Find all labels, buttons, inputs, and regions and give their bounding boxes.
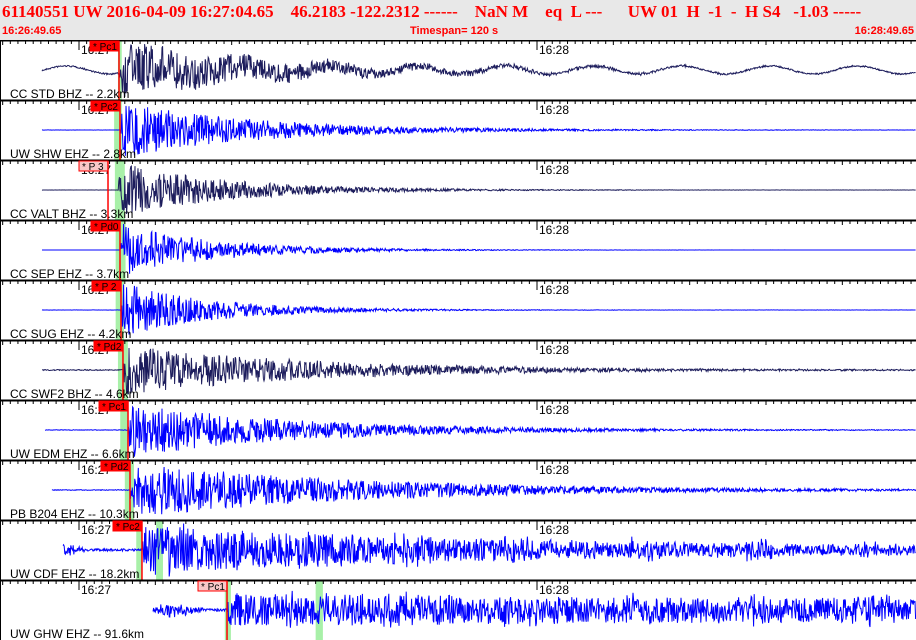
minute-label: 16:28: [539, 283, 569, 297]
minute-label: 16:28: [539, 163, 569, 177]
minute-label: 16:28: [539, 43, 569, 57]
channel-label: UW EDM EHZ -- 6.6km: [10, 447, 135, 461]
channel-label: CC SEP EHZ -- 3.7km: [10, 267, 129, 281]
channel-row[interactable]: 16:2716:28* Pd2CC SWF2 BHZ -- 4.6km: [0, 339, 916, 401]
pick-label[interactable]: * P 2: [95, 282, 117, 293]
channel-label: CC SUG EHZ -- 4.2km: [10, 327, 131, 341]
waveform-panel[interactable]: 16:2716:28* Pc1CC STD BHZ -- 2.2km16:271…: [0, 40, 916, 640]
minute-label: 16:28: [539, 343, 569, 357]
minute-label: 16:28: [539, 583, 569, 597]
minute-label: 16:28: [539, 223, 569, 237]
channel-label: CC VALT BHZ -- 3.3km: [10, 207, 133, 221]
pick-label[interactable]: * Pd2: [104, 462, 129, 473]
channel-row[interactable]: 16:27 16:28 * Pc1 UW GHW EHZ -- 91.6km: [0, 579, 916, 640]
channel-row[interactable]: 16:27 16:28 * Pc2 UW CDF EHZ -- 18.2km: [0, 519, 916, 581]
channel-label: UW GHW EHZ -- 91.6km: [10, 627, 144, 640]
minute-label: 16:27: [81, 583, 111, 597]
pick-label[interactable]: * Pd0: [94, 222, 119, 233]
minute-label: 16:28: [539, 523, 569, 537]
pick-label[interactable]: * Pc2: [116, 522, 140, 533]
pick-label[interactable]: * Pc2: [94, 102, 118, 113]
channel-row[interactable]: 16:2716:28* P 2CC SUG EHZ -- 4.2km: [0, 279, 916, 341]
channel-label: PB B204 EHZ -- 10.3km: [10, 507, 139, 521]
channel-row[interactable]: 16:27 16:28* Pd2PB B204 EHZ -- 10.3km: [0, 459, 916, 521]
minute-label: 16:27: [81, 523, 111, 537]
minute-label: 16:28: [539, 403, 569, 417]
channel-row[interactable]: 16:2716:28* Pd0CC SEP EHZ -- 3.7km: [0, 219, 916, 281]
pick-label[interactable]: * Pd2: [97, 342, 122, 353]
channel-row[interactable]: 16:2716:28* Pc2UW SHW EHZ -- 2.8km: [0, 99, 916, 161]
end-time: 16:28:49.65: [854, 25, 914, 37]
timespan-label: Timespan= 120 s: [410, 25, 499, 37]
channel-label: UW CDF EHZ -- 18.2km: [10, 567, 139, 581]
channel-label: CC SWF2 BHZ -- 4.6km: [10, 387, 139, 401]
start-time: 16:26:49.65: [2, 25, 62, 37]
event-header: 61140551 UW 2016-04-09 16:27:04.65 46.21…: [0, 0, 916, 40]
event-summary: 61140551 UW 2016-04-09 16:27:04.65 46.21…: [2, 2, 862, 21]
channel-label: UW SHW EHZ -- 2.8km: [10, 147, 136, 161]
channel-row[interactable]: 16:2716:28* P 3CC VALT BHZ -- 3.3km: [0, 159, 916, 221]
minute-label: 16:28: [539, 103, 569, 117]
pick-label[interactable]: * Pc1: [102, 402, 126, 413]
pick-label[interactable]: * Pc1: [201, 582, 225, 593]
channel-row[interactable]: 16:27 16:28* Pc1UW EDM EHZ -- 6.6km: [0, 399, 916, 461]
channel-row[interactable]: 16:2716:28* Pc1CC STD BHZ -- 2.2km: [0, 40, 916, 101]
minute-label: 16:28: [539, 463, 569, 477]
pick-label[interactable]: * P 3: [82, 162, 104, 173]
channel-label: CC STD BHZ -- 2.2km: [10, 87, 129, 101]
pick-label[interactable]: * Pc1: [93, 42, 117, 53]
